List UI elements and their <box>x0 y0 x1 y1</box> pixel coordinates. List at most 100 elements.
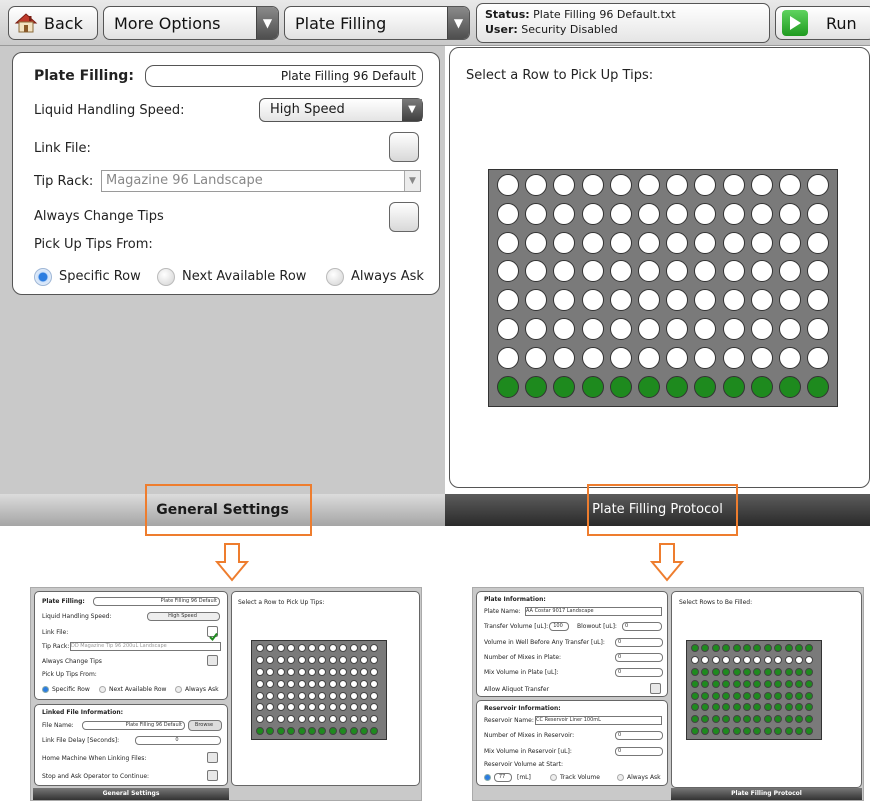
plate-well[interactable] <box>553 289 576 312</box>
plate-well[interactable] <box>666 375 689 398</box>
plate-well[interactable] <box>525 375 548 398</box>
plate-well[interactable] <box>497 231 519 254</box>
plate-well[interactable] <box>807 202 830 225</box>
plate-well[interactable] <box>666 174 689 196</box>
plate-well[interactable] <box>807 289 830 312</box>
plate-well[interactable] <box>637 260 660 283</box>
plate-well[interactable] <box>807 317 830 340</box>
plate-well[interactable] <box>553 174 576 196</box>
plate-well[interactable] <box>497 375 519 398</box>
plate-well[interactable] <box>694 317 717 340</box>
plate-well[interactable] <box>694 260 717 283</box>
plate-well[interactable] <box>750 317 773 340</box>
plate-well[interactable] <box>694 174 717 196</box>
plate-well[interactable] <box>750 375 773 398</box>
plate-well[interactable] <box>581 202 604 225</box>
plate-well[interactable] <box>637 202 660 225</box>
plate-well[interactable] <box>497 260 519 283</box>
plate-well[interactable] <box>609 202 632 225</box>
plate-well[interactable] <box>497 346 519 369</box>
plate-well[interactable] <box>807 260 830 283</box>
plate-well[interactable] <box>666 346 689 369</box>
plate-well[interactable] <box>778 174 801 196</box>
speed-select[interactable]: High Speed ▼ <box>259 98 423 122</box>
plate-well[interactable] <box>553 375 576 398</box>
more-options-dropdown[interactable]: More Options ▼ <box>103 6 279 40</box>
plate-well[interactable] <box>609 317 632 340</box>
plate-well[interactable] <box>553 260 576 283</box>
plate-well[interactable] <box>553 202 576 225</box>
radio-specific-row[interactable] <box>34 268 52 286</box>
plate-well[interactable] <box>666 289 689 312</box>
plate-well[interactable] <box>694 289 717 312</box>
plate-well[interactable] <box>778 375 801 398</box>
protocol-select[interactable]: Plate Filling ▼ <box>284 6 470 40</box>
plate-well[interactable] <box>609 346 632 369</box>
plate-well[interactable] <box>497 202 519 225</box>
plate-well[interactable] <box>722 317 745 340</box>
plate-well[interactable] <box>807 174 830 196</box>
plate-well[interactable] <box>666 202 689 225</box>
plate-well[interactable] <box>637 174 660 196</box>
plate-well[interactable] <box>525 260 548 283</box>
plate-well[interactable] <box>750 289 773 312</box>
plate-well[interactable] <box>666 231 689 254</box>
plate-well[interactable] <box>581 260 604 283</box>
plate-well[interactable] <box>581 174 604 196</box>
plate-well[interactable] <box>778 346 801 369</box>
plate-well[interactable] <box>750 174 773 196</box>
plate-well[interactable] <box>553 231 576 254</box>
plate-well[interactable] <box>609 231 632 254</box>
plate-filling-name-field[interactable]: Plate Filling 96 Default <box>145 65 423 87</box>
plate-well[interactable] <box>778 260 801 283</box>
back-button[interactable]: Back <box>8 6 98 40</box>
plate-well[interactable] <box>807 346 830 369</box>
plate-well[interactable] <box>581 375 604 398</box>
run-button[interactable]: Run <box>775 6 870 40</box>
plate-well[interactable] <box>637 231 660 254</box>
plate-well[interactable] <box>722 260 745 283</box>
plate-well[interactable] <box>609 375 632 398</box>
plate-well[interactable] <box>637 289 660 312</box>
plate-well[interactable] <box>581 289 604 312</box>
plate-well[interactable] <box>637 375 660 398</box>
plate-well[interactable] <box>694 231 717 254</box>
always-change-tips-checkbox[interactable] <box>389 202 419 232</box>
plate-well[interactable] <box>778 231 801 254</box>
plate-well[interactable] <box>778 202 801 225</box>
link-file-checkbox[interactable] <box>389 132 419 162</box>
plate-well[interactable] <box>750 346 773 369</box>
plate-well[interactable] <box>722 202 745 225</box>
plate-well[interactable] <box>750 202 773 225</box>
plate-well[interactable] <box>525 174 548 196</box>
plate-well[interactable] <box>750 260 773 283</box>
plate-well[interactable] <box>581 317 604 340</box>
plate-well[interactable] <box>694 346 717 369</box>
plate-well[interactable] <box>778 289 801 312</box>
plate-well[interactable] <box>694 202 717 225</box>
plate-well[interactable] <box>694 375 717 398</box>
radio-next-available-row[interactable] <box>157 268 175 286</box>
plate-well[interactable] <box>807 231 830 254</box>
plate-well[interactable] <box>722 174 745 196</box>
plate-well[interactable] <box>497 289 519 312</box>
plate-well[interactable] <box>609 289 632 312</box>
plate-well[interactable] <box>497 317 519 340</box>
tip-rack-select[interactable]: Magazine 96 Landscape ▼ <box>101 170 421 192</box>
plate-well[interactable] <box>553 346 576 369</box>
plate-well[interactable] <box>722 231 745 254</box>
plate-well[interactable] <box>525 346 548 369</box>
plate-well[interactable] <box>722 346 745 369</box>
plate-well[interactable] <box>722 289 745 312</box>
plate-well[interactable] <box>637 346 660 369</box>
plate-well[interactable] <box>581 346 604 369</box>
plate-well[interactable] <box>525 289 548 312</box>
plate-well[interactable] <box>497 174 519 196</box>
plate-well[interactable] <box>525 202 548 225</box>
plate-well[interactable] <box>553 317 576 340</box>
plate-well[interactable] <box>722 375 745 398</box>
plate-well[interactable] <box>750 231 773 254</box>
radio-always-ask[interactable] <box>326 268 344 286</box>
plate-well[interactable] <box>609 174 632 196</box>
plate-well[interactable] <box>525 317 548 340</box>
